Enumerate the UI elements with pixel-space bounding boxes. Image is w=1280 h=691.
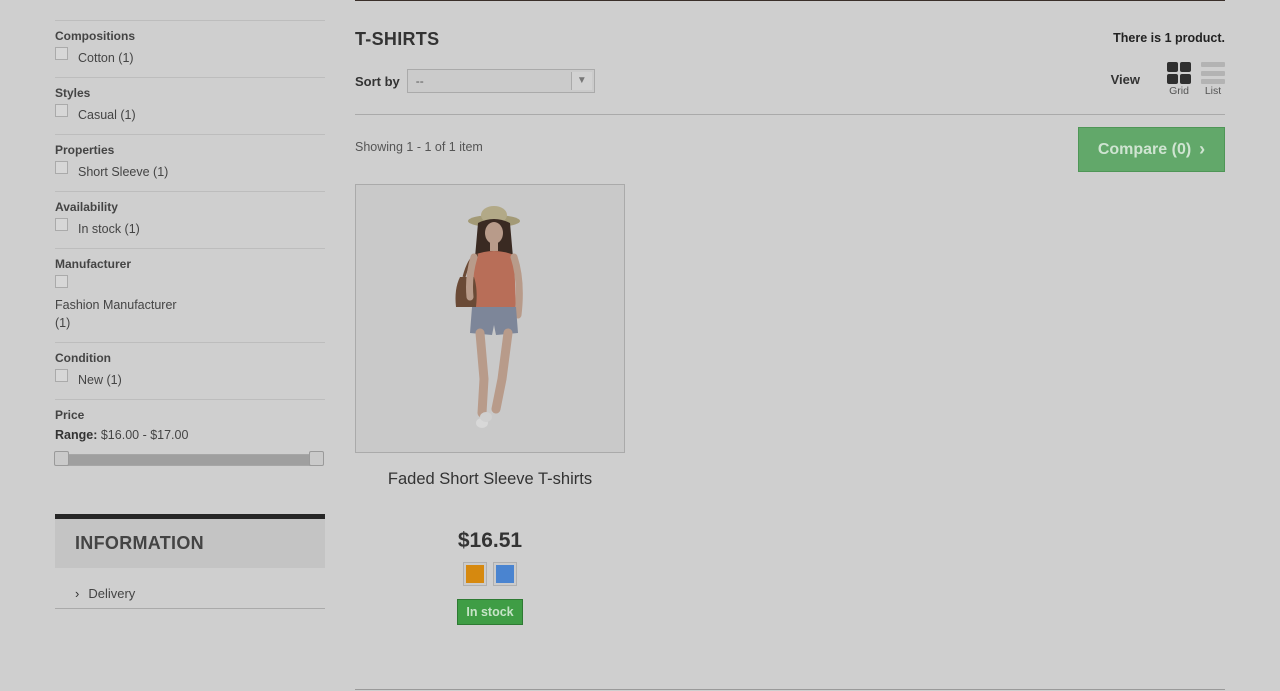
- filter-option-label: Cotton (1): [78, 51, 134, 65]
- filter-price: Price Range: $16.00 - $17.00: [54, 399, 325, 476]
- price-range: Range: $16.00 - $17.00: [55, 428, 325, 442]
- price-range-value: $16.00 - $17.00: [100, 428, 189, 442]
- filter-properties: Properties Short Sleeve (1): [55, 134, 325, 191]
- view-label: View: [1110, 72, 1140, 87]
- price-slider-fill: [60, 455, 316, 465]
- product-photo-illustration: [356, 185, 624, 452]
- filter-styles: Styles Casual (1): [55, 77, 325, 134]
- chevron-right-icon: ›: [75, 586, 80, 601]
- category-banner: [355, 0, 1225, 1]
- list-icon: [1201, 62, 1225, 84]
- stock-badge: In stock: [457, 599, 523, 625]
- sort-toolbar: Sort by -- ▼ View Grid List: [355, 62, 1225, 115]
- color-swatches: [355, 562, 625, 586]
- filter-title: Availability: [55, 200, 118, 214]
- showing-count: Showing 1 - 1 of 1 item: [355, 140, 483, 154]
- sort-selected-value: --: [415, 74, 424, 88]
- filter-title: Manufacturer: [55, 257, 132, 271]
- filter-option-casual[interactable]: Casual (1): [55, 104, 325, 124]
- sort-label: Sort by: [355, 73, 400, 89]
- filter-option-new[interactable]: New (1): [55, 369, 325, 389]
- chevron-down-icon: ▼: [570, 72, 592, 90]
- product-listing: T-SHIRTS There is 1 product. Sort by -- …: [355, 0, 1225, 625]
- information-link-delivery[interactable]: › Delivery: [75, 586, 325, 601]
- filter-condition: Condition New (1): [55, 342, 325, 399]
- color-swatch-blue[interactable]: [493, 562, 517, 586]
- filter-compositions: Compositions Cotton (1): [55, 20, 325, 77]
- information-title: INFORMATION: [75, 533, 204, 553]
- price-slider[interactable]: [54, 451, 324, 466]
- price-slider-min-handle[interactable]: [54, 451, 69, 466]
- information-link-label: Delivery: [88, 586, 136, 601]
- filter-title: Compositions: [55, 29, 135, 43]
- filter-title: Price: [55, 408, 85, 422]
- filter-option-label: New (1): [78, 373, 122, 387]
- price-range-label: Range:: [55, 428, 98, 442]
- checkbox[interactable]: [55, 47, 68, 60]
- product-card: Faded Short Sleeve T-shirts $16.51 In st…: [355, 184, 625, 625]
- filter-option-cotton[interactable]: Cotton (1): [55, 47, 325, 67]
- filter-title: Condition: [55, 351, 111, 365]
- checkbox[interactable]: [55, 104, 68, 117]
- filter-option-label: Fashion Manufacturer (1): [55, 298, 177, 330]
- filter-option-in-stock[interactable]: In stock (1): [55, 218, 325, 238]
- filter-title: Properties: [55, 143, 115, 157]
- grid-icon: [1167, 62, 1191, 84]
- sort-select[interactable]: -- ▼: [406, 69, 595, 93]
- filter-option-label: Casual (1): [78, 108, 136, 122]
- filter-availability: Availability In stock (1): [55, 191, 325, 248]
- filter-option-label: In stock (1): [78, 222, 140, 236]
- product-image[interactable]: [355, 184, 625, 453]
- swatch-color: [496, 565, 514, 583]
- filter-manufacturer: Manufacturer Fashion Manufacturer (1): [55, 248, 325, 342]
- product-name-link[interactable]: Faded Short Sleeve T-shirts: [355, 470, 625, 489]
- filter-option-short-sleeve[interactable]: Short Sleeve (1): [55, 161, 325, 181]
- filter-title: Styles: [55, 86, 91, 100]
- divider: [355, 689, 1225, 690]
- product-count: There is 1 product.: [1113, 31, 1225, 45]
- color-swatch-orange[interactable]: [463, 562, 487, 586]
- filter-option-fashion-manufacturer[interactable]: Fashion Manufacturer (1): [55, 275, 325, 332]
- chevron-right-icon: ›: [1199, 139, 1206, 159]
- checkbox[interactable]: [55, 218, 68, 231]
- grid-view-button[interactable]: Grid: [1167, 62, 1191, 97]
- checkbox[interactable]: [55, 161, 68, 174]
- category-title: T-SHIRTS: [355, 29, 440, 49]
- price-slider-max-handle[interactable]: [309, 451, 324, 466]
- list-view-label: List: [1204, 85, 1222, 97]
- filter-sidebar: Compositions Cotton (1) Styles Casual (1…: [54, 0, 325, 609]
- checkbox[interactable]: [55, 369, 68, 382]
- product-price: $16.51: [457, 529, 523, 552]
- divider: [55, 608, 325, 609]
- filter-option-label: Short Sleeve (1): [78, 165, 169, 179]
- compare-label: Compare (0): [1097, 140, 1192, 158]
- swatch-color: [466, 565, 484, 583]
- list-view-button[interactable]: List: [1201, 62, 1225, 97]
- information-block: INFORMATION: [55, 514, 325, 568]
- checkbox[interactable]: [55, 275, 68, 288]
- grid-view-label: Grid: [1169, 85, 1189, 97]
- compare-button[interactable]: Compare (0) ›: [1078, 127, 1225, 172]
